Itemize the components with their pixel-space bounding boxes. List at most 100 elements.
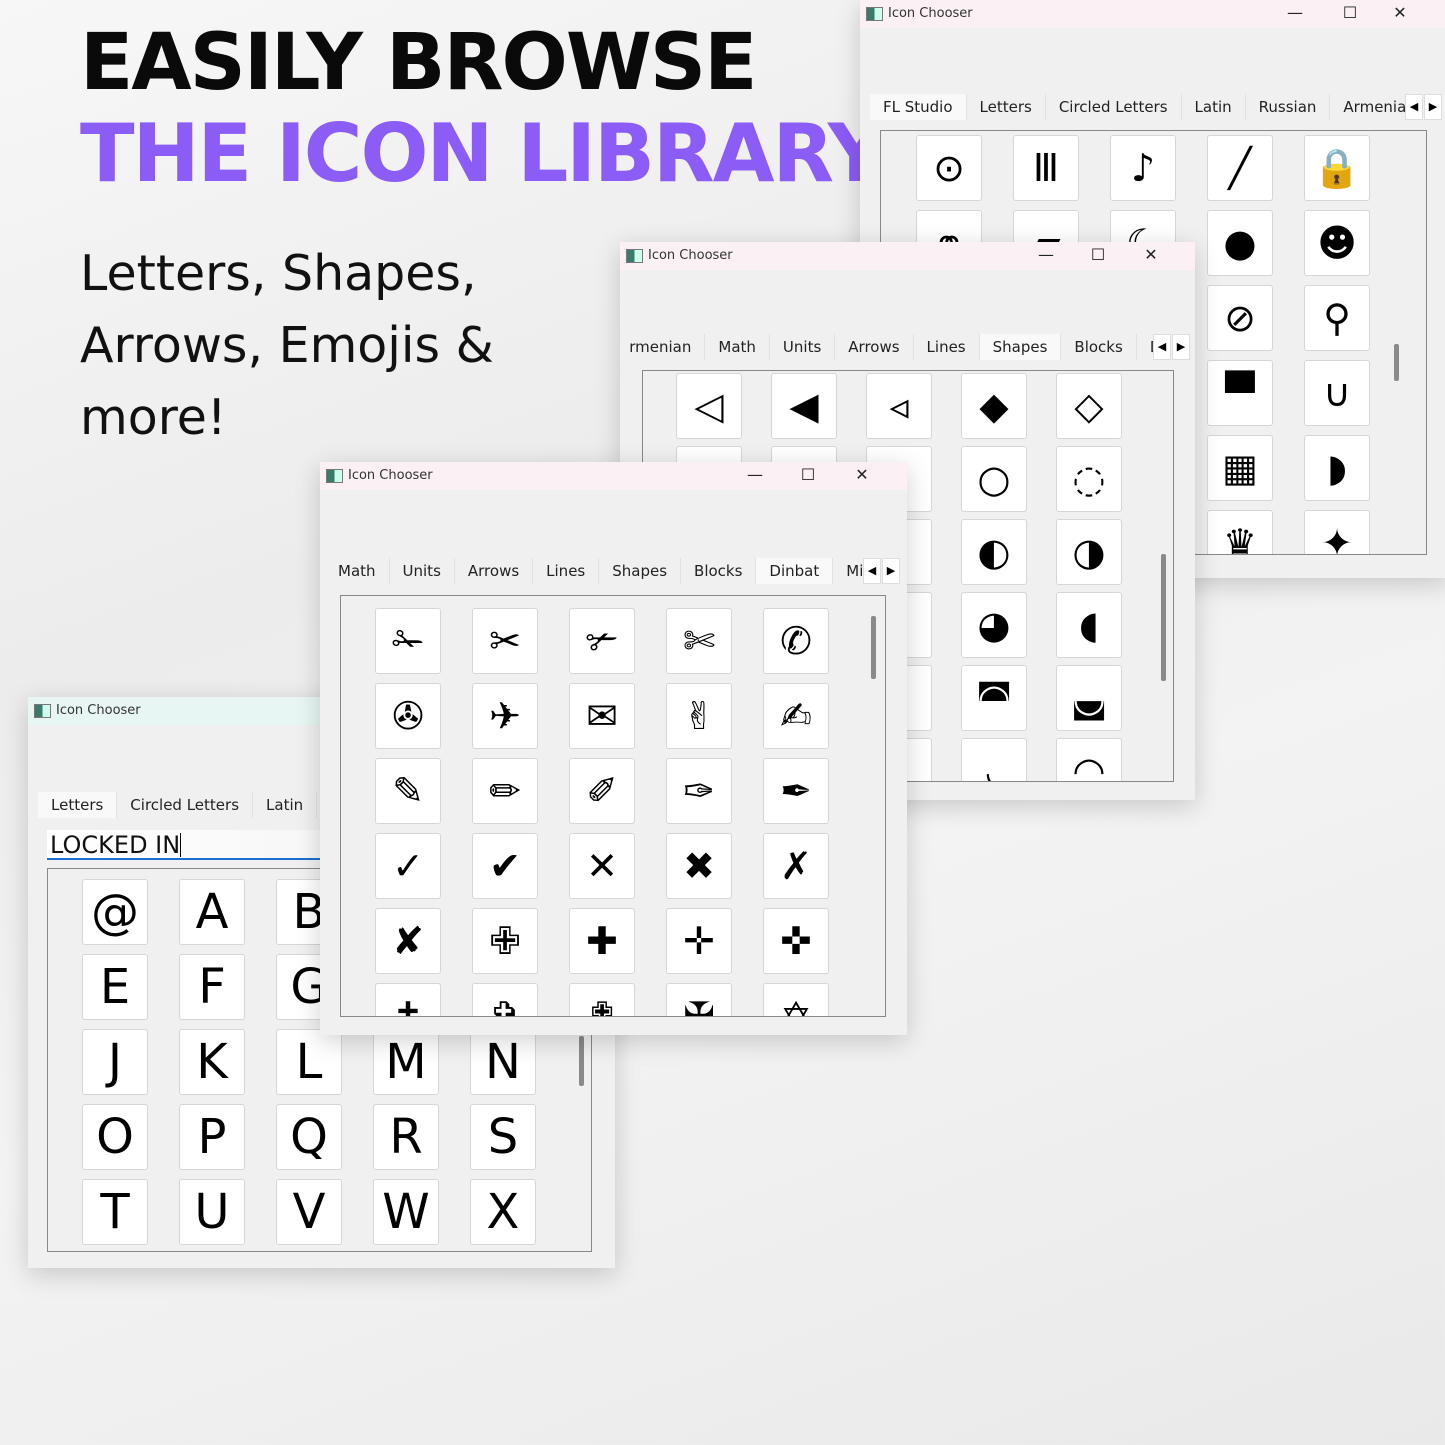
tab-lines[interactable]: Lines <box>913 334 980 360</box>
tab-russian[interactable]: Russian <box>1245 94 1331 120</box>
tab-arrows[interactable]: Arrows <box>454 558 534 584</box>
icon-cell[interactable]: X <box>470 1179 536 1245</box>
icon-cell[interactable]: ✆ <box>763 608 829 674</box>
tab-circled-letters[interactable]: Circled Letters <box>117 792 254 818</box>
minimize-button[interactable]: — <box>1275 2 1315 26</box>
icon-cell[interactable]: ✕ <box>569 833 635 899</box>
icon-cell[interactable]: ▀ <box>1207 360 1273 426</box>
icon-cell[interactable]: A <box>179 879 245 945</box>
tab-latin[interactable]: Latin <box>253 792 318 818</box>
icon-cell[interactable]: ✐ <box>569 758 635 824</box>
scrollbar-thumb[interactable] <box>1161 554 1166 681</box>
icon-cell[interactable]: ◇ <box>1056 373 1122 439</box>
icon-cell[interactable]: O <box>82 1104 148 1170</box>
icon-cell[interactable]: ✠ <box>666 983 732 1016</box>
icon-cell[interactable]: ☻ <box>1304 210 1370 276</box>
icon-cell[interactable]: ✔ <box>472 833 538 899</box>
icon-cell[interactable]: ✜ <box>763 908 829 974</box>
tab-shapes[interactable]: Shapes <box>979 334 1062 360</box>
icon-cell[interactable]: ✦ <box>1304 510 1370 554</box>
icon-cell[interactable]: ✟ <box>569 983 635 1016</box>
close-button[interactable]: ✕ <box>842 464 882 488</box>
close-button[interactable]: ✕ <box>1131 244 1171 268</box>
icon-cell[interactable]: ● <box>1207 210 1273 276</box>
icon-cell[interactable]: S <box>470 1104 536 1170</box>
tab-dinbat[interactable]: Dinbat <box>1136 334 1153 360</box>
maximize-button[interactable]: ☐ <box>1078 244 1118 268</box>
icon-cell[interactable]: ✂ <box>472 608 538 674</box>
icon-cell[interactable]: ✝ <box>375 983 441 1016</box>
icon-cell[interactable]: P <box>179 1104 245 1170</box>
icon-cell[interactable]: 🔒 <box>1304 135 1370 201</box>
tab-scroll-left-icon[interactable]: ◀ <box>1153 334 1171 360</box>
icon-cell[interactable]: ✄ <box>666 608 732 674</box>
icon-cell[interactable]: ✏ <box>472 758 538 824</box>
icon-cell[interactable]: ✡ <box>763 983 829 1016</box>
icon-cell[interactable]: ◀ <box>771 373 837 439</box>
icon-cell[interactable]: ⚲ <box>1304 285 1370 351</box>
tab-units[interactable]: Units <box>389 558 455 584</box>
tab-arrows[interactable]: Arrows <box>835 334 914 360</box>
icon-cell[interactable]: ✚ <box>569 908 635 974</box>
tab-latin[interactable]: Latin <box>1181 94 1246 120</box>
icon-cell[interactable]: L <box>276 1029 342 1095</box>
tab-scroll-right-icon[interactable]: ▶ <box>882 558 900 584</box>
icon-cell[interactable]: Q <box>276 1104 342 1170</box>
tab-scroll-right-icon[interactable]: ▶ <box>1424 94 1442 120</box>
minimize-button[interactable]: — <box>1026 244 1066 268</box>
icon-cell[interactable]: ◛ <box>1056 665 1122 731</box>
icon-cell[interactable]: ✎ <box>375 758 441 824</box>
icon-cell[interactable]: ◐ <box>961 519 1027 585</box>
icon-cell[interactable]: @ <box>82 879 148 945</box>
icon-cell[interactable]: U <box>179 1179 245 1245</box>
maximize-button[interactable]: ☐ <box>1330 2 1370 26</box>
icon-cell[interactable]: ◕ <box>961 592 1027 658</box>
icon-cell[interactable]: ♪ <box>1110 135 1176 201</box>
icon-cell[interactable]: T <box>82 1179 148 1245</box>
close-button[interactable]: ✕ <box>1380 2 1420 26</box>
icon-cell[interactable]: ✁ <box>375 608 441 674</box>
icon-cell[interactable]: E <box>82 954 148 1020</box>
tab-scroll-left-icon[interactable]: ◀ <box>1405 94 1423 120</box>
icon-cell[interactable]: ✈ <box>472 683 538 749</box>
scrollbar-thumb[interactable] <box>1394 344 1399 381</box>
maximize-button[interactable]: ☐ <box>788 464 828 488</box>
icon-cell[interactable]: ✃ <box>569 608 635 674</box>
tab-fl-studio[interactable]: FL Studio <box>870 94 967 120</box>
tab-units[interactable]: Units <box>769 334 836 360</box>
icon-cell[interactable]: ∪ <box>1304 360 1370 426</box>
tab-blocks[interactable]: Blocks <box>1061 334 1137 360</box>
icon-cell[interactable]: F <box>179 954 245 1020</box>
tab-armenian[interactable]: Armenian <box>1330 94 1405 120</box>
icon-cell[interactable]: ◟ <box>961 738 1027 781</box>
icon-cell[interactable]: V <box>276 1179 342 1245</box>
icon-cell[interactable]: ✍ <box>763 683 829 749</box>
icon-cell[interactable]: ✓ <box>375 833 441 899</box>
icon-cell[interactable]: ⊘ <box>1207 285 1273 351</box>
tab-letters[interactable]: Letters <box>966 94 1046 120</box>
tab-misc[interactable]: Misc <box>833 558 863 584</box>
icon-cell[interactable]: Ⅲ <box>1013 135 1079 201</box>
tab-lines[interactable]: Lines <box>533 558 600 584</box>
tab-scroll-right-icon[interactable]: ▶ <box>1172 334 1190 360</box>
icon-cell[interactable]: R <box>373 1104 439 1170</box>
icon-cell[interactable]: ✛ <box>666 908 732 974</box>
icon-cell[interactable]: W <box>373 1179 439 1245</box>
icon-cell[interactable]: ✒ <box>763 758 829 824</box>
tab-scroll-left-icon[interactable]: ◀ <box>863 558 881 584</box>
icon-cell[interactable]: ✖ <box>666 833 732 899</box>
icon-cell[interactable]: M <box>373 1029 439 1095</box>
icon-cell[interactable]: ◌ <box>1056 446 1122 512</box>
icon-cell[interactable]: ✞ <box>472 983 538 1016</box>
tab-armenian[interactable]: Armenian <box>630 334 706 360</box>
icon-cell[interactable]: ◠ <box>1056 738 1122 781</box>
icon-cell[interactable]: N <box>470 1029 536 1095</box>
icon-cell[interactable]: ◑ <box>1056 519 1122 585</box>
icon-cell[interactable]: ♛ <box>1207 510 1273 554</box>
minimize-button[interactable]: — <box>735 464 775 488</box>
icon-cell[interactable]: ✑ <box>666 758 732 824</box>
icon-cell[interactable]: ◆ <box>961 373 1027 439</box>
tab-letters[interactable]: Letters <box>38 792 118 818</box>
scrollbar-thumb[interactable] <box>871 616 876 679</box>
icon-cell[interactable]: ⊙ <box>916 135 982 201</box>
